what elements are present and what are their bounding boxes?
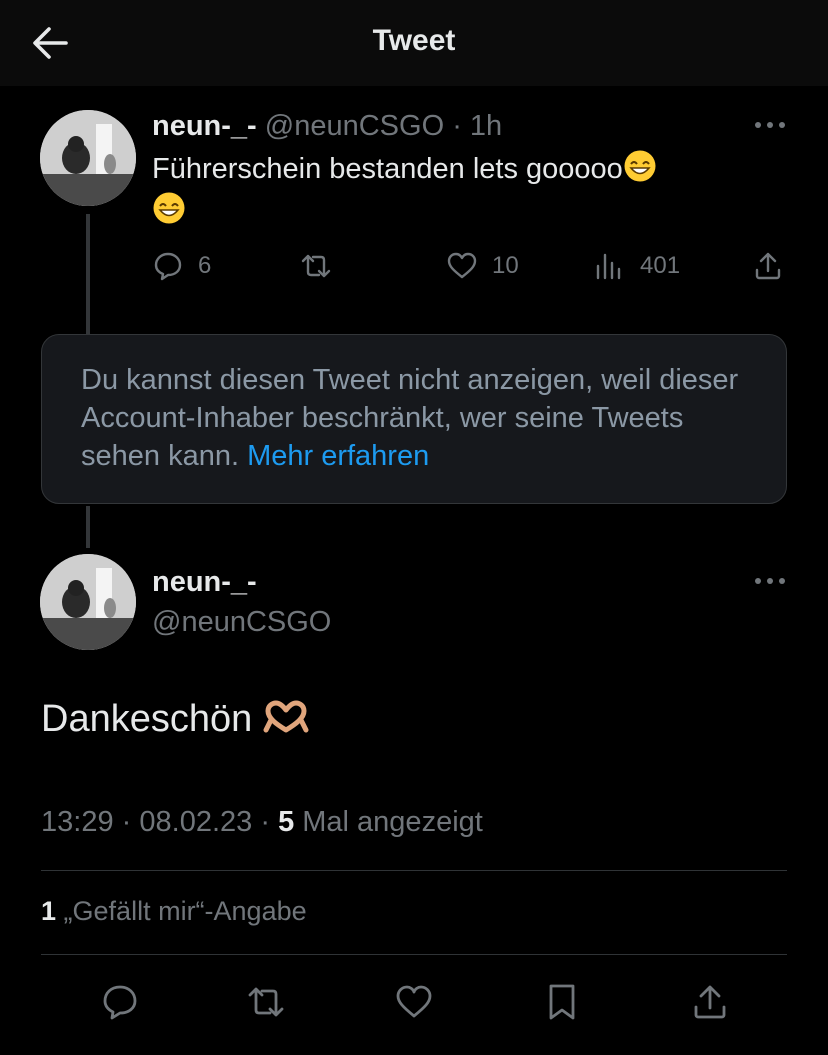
restricted-tweet-notice: Du kannst diesen Tweet nicht anzeigen, w… (41, 334, 787, 504)
top-bar: Tweet (0, 0, 828, 86)
divider (41, 870, 787, 871)
likes-count: 1 (41, 896, 57, 926)
tweet-meta: 13:29 · 08.02.23 · 5 Mal angezeigt (41, 806, 483, 839)
tweet-text: Führerschein bestanden lets gooooo (152, 148, 792, 232)
display-name[interactable]: neun-_- (152, 566, 257, 598)
reply-count: 6 (198, 252, 212, 279)
reply-text-content: Dankeschön (41, 698, 253, 740)
retweet-button[interactable] (300, 250, 346, 282)
author-handle-line: @neunCSGO (152, 606, 331, 639)
share-icon (755, 252, 781, 280)
more-options-button[interactable] (752, 574, 788, 588)
heart-icon (447, 252, 477, 279)
share-button[interactable] (752, 250, 784, 282)
share-icon (694, 985, 726, 1019)
avatar-photo (40, 110, 136, 206)
tweet-time[interactable]: 13:29 (41, 806, 114, 838)
reply-tweet-text: Dankeschön (41, 698, 309, 741)
display-name[interactable]: neun-_- (152, 110, 257, 142)
view-label: Mal angezeigt (302, 806, 483, 838)
grinning-face-emoji (624, 150, 656, 182)
thread-line (86, 506, 90, 548)
notice-text: Du kannst diesen Tweet nicht anzeigen, w… (81, 361, 761, 475)
heart-hands-emoji (263, 700, 309, 733)
reply-button[interactable] (100, 982, 140, 1022)
bookmark-button[interactable] (542, 982, 582, 1022)
tweet-time: · 1h (452, 110, 503, 142)
retweet-button[interactable] (246, 982, 286, 1022)
views-button[interactable]: 401 (594, 250, 680, 282)
grinning-face-emoji (153, 192, 185, 224)
reply-icon (103, 985, 137, 1020)
page-title: Tweet (372, 24, 456, 57)
view-count: 5 (278, 806, 295, 838)
share-button[interactable] (690, 982, 730, 1022)
heart-icon (396, 985, 432, 1018)
meta-separator: · (260, 806, 270, 838)
retweet-icon (248, 987, 284, 1017)
user-handle[interactable]: @neunCSGO (152, 606, 331, 638)
avatar[interactable] (40, 110, 136, 206)
author-name-line: neun-_- (152, 566, 257, 599)
author-line: neun-_- @neunCSGO · 1h (152, 110, 502, 143)
likes-summary[interactable]: 1 „Gefällt mir“-Angabe (41, 896, 307, 927)
user-handle[interactable]: @neunCSGO (265, 110, 444, 142)
retweet-icon (301, 254, 331, 278)
more-icon (755, 122, 785, 128)
avatar[interactable] (40, 554, 136, 650)
tweet-text-content: Führerschein bestanden lets gooooo (152, 153, 623, 185)
views-count: 401 (640, 252, 681, 279)
learn-more-link[interactable]: Mehr erfahren (247, 440, 429, 472)
avatar-photo (40, 554, 136, 650)
likes-label: „Gefällt mir“-Angabe (63, 896, 307, 926)
like-count: 10 (492, 252, 519, 279)
more-icon (755, 578, 785, 584)
reply-button[interactable]: 6 (152, 250, 211, 282)
reply-icon (154, 252, 182, 281)
tweet-date[interactable]: 08.02.23 (139, 806, 252, 838)
views-chart-icon (596, 253, 621, 280)
like-button[interactable] (394, 982, 434, 1022)
divider (41, 954, 787, 955)
like-button[interactable]: 10 (446, 250, 519, 282)
bookmark-icon (549, 984, 575, 1020)
meta-separator: · (121, 806, 132, 838)
more-options-button[interactable] (752, 118, 788, 132)
thread-line (86, 214, 90, 334)
